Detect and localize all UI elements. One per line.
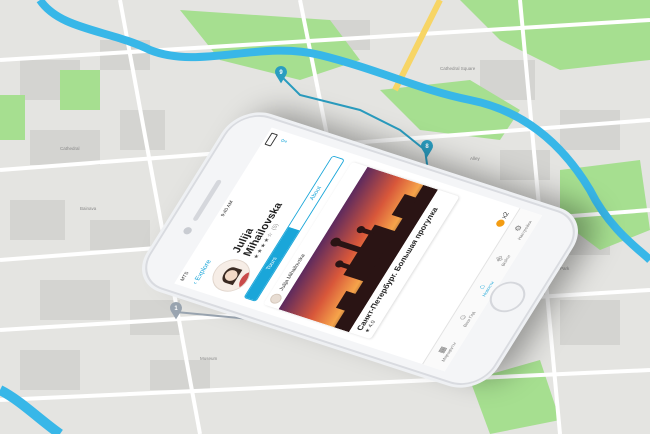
svg-text:Cathedral: Cathedral	[60, 146, 80, 151]
svg-text:Museum: Museum	[200, 356, 218, 361]
bottom-nav-routes[interactable]: ▦ Маршруты	[432, 339, 457, 362]
bottom-nav-login[interactable]: ⎆ Войти	[492, 252, 512, 267]
share-icon[interactable]: ⇪	[278, 137, 290, 145]
rating-count: (5)	[270, 222, 280, 231]
coin-icon	[494, 218, 506, 229]
bottom-nav-settings[interactable]: ⚙ Настройки	[508, 218, 532, 240]
coins-value: x2	[500, 211, 511, 220]
bottom-nav-guide[interactable]: ☺ Ваш Гид	[454, 308, 476, 327]
svg-text:Park: Park	[560, 266, 570, 271]
svg-text:Cathedral Square: Cathedral Square	[440, 66, 476, 71]
svg-text:Bainava: Bainava	[80, 206, 97, 211]
phone-camera	[181, 226, 194, 236]
chevron-left-icon: ‹	[191, 280, 199, 285]
svg-text:Alley: Alley	[470, 156, 481, 161]
